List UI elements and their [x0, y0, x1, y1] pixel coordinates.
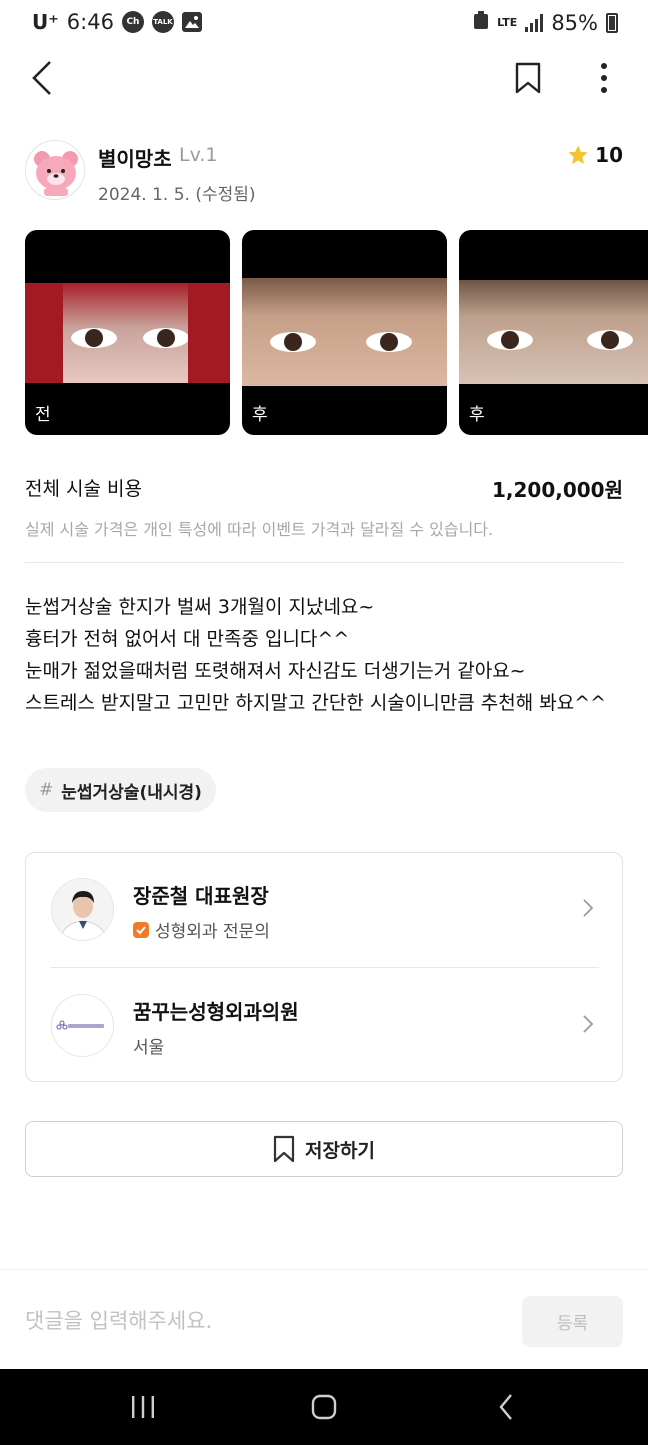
more-options-button[interactable] [580, 54, 628, 102]
doctor-specialty: 성형외과 전문의 [155, 922, 270, 942]
avatar[interactable] [25, 140, 85, 200]
photo-after-1[interactable]: 후 [242, 230, 447, 435]
network-type: LTE [497, 15, 518, 29]
after-eyes-image [242, 278, 447, 386]
system-back-button[interactable] [484, 1385, 528, 1429]
home-icon [311, 1394, 337, 1420]
bookmark-icon [515, 62, 541, 94]
recent-apps-button[interactable] [121, 1385, 165, 1429]
bookmark-icon [273, 1135, 295, 1163]
tag-label: 눈썹거상술(내시경) [61, 782, 202, 803]
doctor-clinic-card: 장준철 대표원장 성형외과 전문의 꿈꾸는성형외과의원 서울 [25, 852, 623, 1082]
recycle-icon [473, 10, 489, 35]
status-bar-left: U⁺ 6:46 Ch TALK [32, 10, 202, 34]
rating: 10 [567, 143, 623, 167]
battery-level: 85% [551, 10, 598, 35]
bookmark-button[interactable] [504, 54, 552, 102]
cost-note: 실제 시술 가격은 개인 특성에 따라 이벤트 가격과 달라질 수 있습니다. [25, 520, 494, 539]
channel-notification-icon: Ch [121, 11, 144, 33]
submit-comment-button[interactable]: 등록 [522, 1296, 623, 1347]
kakaotalk-notification-icon: TALK [151, 11, 174, 33]
clock: 6:46 [66, 10, 114, 34]
hash-icon: # [39, 780, 54, 800]
doctor-portrait-icon [52, 879, 113, 940]
battery-icon [606, 12, 618, 33]
author-header: 별이망초 Lv.1 2024. 1. 5. (수정됨) 10 [25, 138, 623, 206]
clinic-location-row: 서울 [133, 1033, 164, 1058]
verified-badge-icon [133, 921, 149, 938]
author-name: 별이망초 [98, 147, 172, 171]
chevron-right-icon [582, 897, 594, 923]
doctor-specialty-row: 성형외과 전문의 [133, 917, 270, 942]
status-bar: U⁺ 6:46 Ch TALK LTE 85% [0, 0, 648, 46]
photo-label: 후 [469, 405, 485, 425]
card-divider [51, 967, 599, 968]
chevron-right-icon [582, 1013, 594, 1039]
clinic-logo [51, 994, 114, 1057]
clinic-location: 서울 [133, 1038, 165, 1058]
signal-icon [525, 13, 544, 32]
before-eyes-image [25, 283, 230, 383]
status-bar-right: LTE 85% [473, 10, 618, 35]
doctor-row[interactable]: 장준철 대표원장 성형외과 전문의 [26, 853, 622, 967]
photo-label: 후 [252, 405, 268, 425]
photo-label: 전 [35, 405, 51, 425]
save-button-label: 저장하기 [305, 1139, 375, 1162]
system-navigation-bar [0, 1369, 648, 1445]
review-line: 눈썹거상술 한지가 벌써 3개월이 지났네요~ [25, 596, 375, 618]
gallery-notification-icon [181, 12, 202, 32]
top-navigation [0, 46, 648, 110]
photo-before[interactable]: 전 [25, 230, 230, 435]
star-icon [568, 145, 588, 164]
after-eyes-image-2 [459, 280, 648, 384]
clinic-row[interactable]: 꿈꾸는성형외과의원 서울 [26, 969, 622, 1083]
back-chevron-icon [499, 1394, 512, 1420]
review-line: 눈매가 젊었을때처럼 또렷해져서 자신감도 더생기는거 같아요~ [25, 660, 526, 682]
rating-value: 10 [595, 143, 623, 167]
doctor-avatar [51, 878, 114, 941]
back-arrow-icon [32, 61, 51, 95]
cost-section: 전체 시술 비용 1,200,000원 실제 시술 가격은 개인 특성에 따라 … [25, 474, 623, 540]
comment-input[interactable] [25, 1304, 495, 1338]
review-line: 흉터가 전혀 없어서 대 만족중 입니다^^ [25, 628, 350, 650]
bear-avatar-icon [34, 151, 78, 196]
review-line: 스트레스 받지말고 고민만 하지말고 간단한 시술이니만큼 추천해 봐요^^ [25, 692, 607, 714]
home-button[interactable] [302, 1385, 346, 1429]
back-button[interactable] [18, 54, 66, 102]
photo-after-2[interactable]: 후 [459, 230, 648, 435]
comment-bar: 등록 [0, 1269, 648, 1369]
doctor-name: 장준철 대표원장 [133, 884, 269, 908]
clinic-name: 꿈꾸는성형외과의원 [133, 1000, 299, 1024]
procedure-tag[interactable]: # 눈썹거상술(내시경) [25, 768, 216, 812]
photo-carousel[interactable]: 전 후 후 [25, 230, 648, 435]
divider [25, 562, 623, 563]
clinic-logo-icon [56, 1020, 104, 1030]
review-body: 눈썹거상술 한지가 벌써 3개월이 지났네요~ 흉터가 전혀 없어서 대 만족중… [25, 591, 625, 719]
recent-apps-icon [132, 1396, 154, 1418]
post-date: 2024. 1. 5. (수정됨) [98, 185, 256, 205]
author-level: Lv.1 [179, 144, 218, 166]
carrier-label: U⁺ [32, 10, 59, 34]
save-button[interactable]: 저장하기 [25, 1121, 623, 1177]
cost-value: 1,200,000원 [491, 478, 623, 502]
more-vertical-icon [601, 63, 607, 93]
